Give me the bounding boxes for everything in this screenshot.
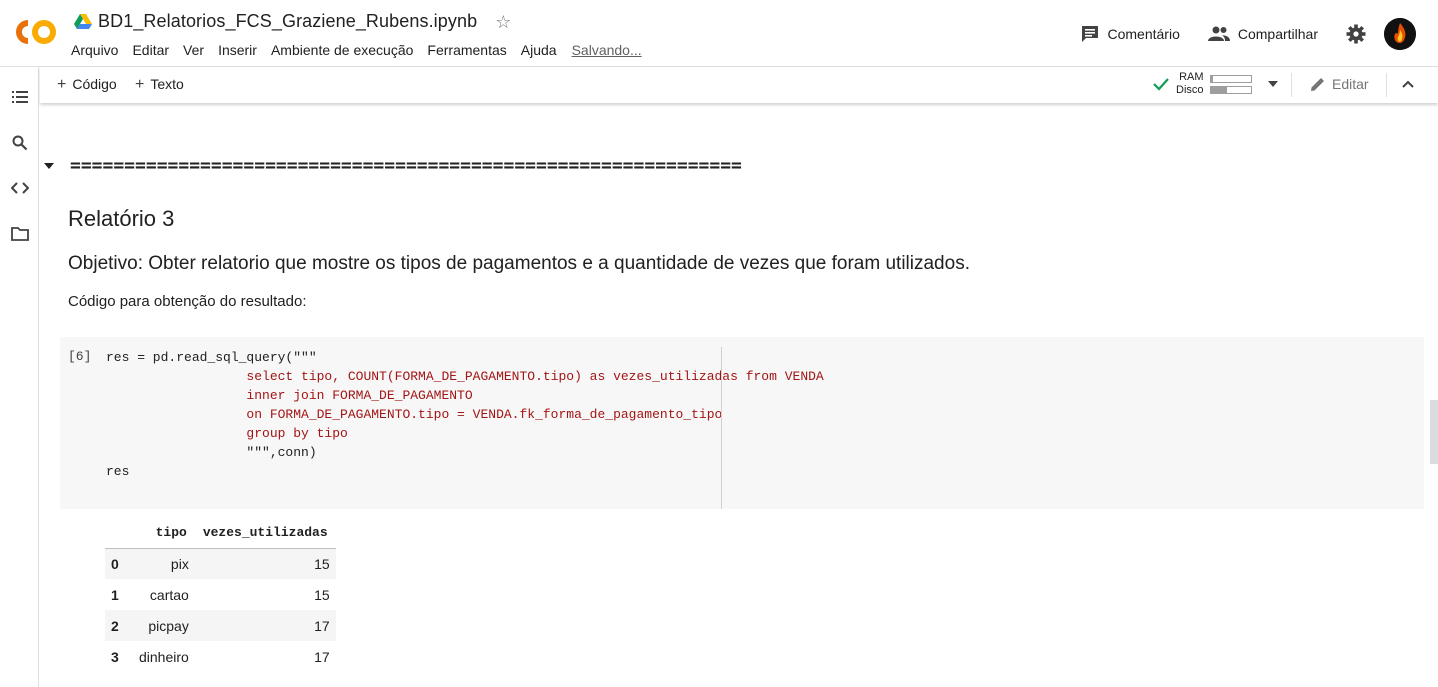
menu-ver[interactable]: Ver: [183, 42, 204, 58]
section-heading: Relatório 3: [68, 206, 175, 231]
menu-ajuda[interactable]: Ajuda: [521, 42, 557, 58]
row-index: 1: [111, 586, 119, 603]
google-drive-icon: [74, 13, 92, 29]
cell-tipo: pix: [133, 548, 195, 579]
table-row: 2 picpay 17: [105, 610, 336, 641]
dropdown-arrow-icon[interactable]: [1267, 81, 1278, 87]
menu-inserir[interactable]: Inserir: [218, 42, 257, 58]
menu-bar: Arquivo Editar Ver Inserir Ambiente de e…: [71, 42, 656, 58]
code-intro-text: Código para obtenção do resultado:: [68, 293, 307, 310]
notebook-toolbar: + Código + Texto RAM Disco Editar: [40, 67, 1438, 103]
people-icon: [1207, 26, 1230, 41]
cell-vezes: 15: [314, 586, 330, 603]
menu-editar[interactable]: Editar: [132, 42, 169, 58]
cell-tipo: dinheiro: [139, 648, 189, 665]
cell-vezes: 17: [194, 610, 336, 641]
column-header: tipo: [133, 517, 195, 549]
menu-ferramentas[interactable]: Ferramentas: [427, 42, 506, 58]
plus-icon: +: [57, 76, 67, 93]
edit-label: Editar: [1332, 76, 1369, 92]
toolbar-divider: [1291, 73, 1292, 97]
pencil-icon: [1311, 78, 1324, 91]
connected-check-icon: [1153, 78, 1169, 91]
code-line: res = pd.read_sql_query(""": [106, 350, 317, 365]
table-row: 1 cartao 15: [105, 579, 336, 610]
section-collapse-toggle[interactable]: [44, 163, 54, 169]
row-index: 0: [105, 548, 133, 579]
user-avatar[interactable]: [1384, 18, 1416, 50]
column-header: vezes_utilizadas: [194, 517, 336, 549]
add-text-label: Texto: [150, 76, 184, 92]
left-sidebar: [0, 67, 39, 687]
ram-bar-fill: [1210, 76, 1213, 82]
menu-ambiente[interactable]: Ambiente de execução: [271, 42, 413, 58]
save-status[interactable]: Salvando...: [572, 42, 642, 58]
comment-button[interactable]: Comentário: [1081, 25, 1180, 43]
row-index: 3: [111, 648, 119, 665]
add-text-button[interactable]: + Texto: [135, 76, 184, 94]
code-snippets-icon[interactable]: [11, 179, 29, 197]
cell-tipo: cartao: [149, 586, 189, 603]
objective-text: Objetivo: Obter relatorio que mostre os …: [68, 253, 970, 274]
plus-icon: +: [135, 76, 145, 93]
add-code-label: Código: [72, 76, 117, 92]
code-line: select tipo, COUNT(FORMA_DE_PAGAMENTO.ti…: [106, 369, 824, 384]
toolbar-divider: [1386, 73, 1387, 97]
disk-bar-fill: [1210, 87, 1227, 93]
comment-icon: [1082, 26, 1099, 42]
code-line: inner join FORMA_DE_PAGAMENTO: [106, 388, 473, 403]
chevron-up-icon[interactable]: [1402, 80, 1414, 88]
line-length-ruler: [721, 347, 722, 509]
ram-bar: [1209, 75, 1252, 83]
cell-tipo: picpay: [133, 610, 195, 641]
separator-line: ========================================…: [70, 155, 742, 176]
search-icon[interactable]: [11, 134, 29, 152]
row-index: 2: [105, 610, 133, 641]
execution-count: [6]: [68, 349, 92, 364]
disk-label: Disco: [1176, 84, 1204, 96]
ram-label: RAM: [1179, 71, 1204, 83]
avatar-image: [1384, 18, 1416, 50]
table-row: 0 pix 15: [105, 548, 336, 579]
table-row: 3 dinheiro 17: [105, 641, 336, 672]
code-editor[interactable]: res = pd.read_sql_query(""" select tipo,…: [106, 348, 824, 481]
table-of-contents-icon[interactable]: [11, 88, 29, 106]
code-line: res: [106, 464, 130, 479]
output-dataframe: tipo vezes_utilizadas 0 pix 15 1 cartao …: [105, 517, 336, 672]
cell-vezes: 17: [314, 648, 330, 665]
index-header: [105, 517, 133, 549]
edit-button[interactable]: Editar: [1310, 76, 1369, 92]
star-icon[interactable]: ☆: [495, 13, 511, 31]
cell-vezes: 15: [194, 548, 336, 579]
share-button[interactable]: Compartilhar: [1207, 26, 1318, 42]
comment-label: Comentário: [1107, 26, 1180, 42]
menu-arquivo[interactable]: Arquivo: [71, 42, 118, 58]
gear-icon[interactable]: [1346, 24, 1366, 44]
scrollbar-thumb[interactable]: [1430, 400, 1438, 464]
code-line: on FORMA_DE_PAGAMENTO.tipo = VENDA.fk_fo…: [106, 407, 723, 422]
resources-indicator[interactable]: RAM Disco: [1152, 71, 1278, 97]
disk-bar: [1209, 86, 1252, 94]
notebook-title[interactable]: BD1_Relatorios_FCS_Graziene_Rubens.ipynb: [98, 11, 477, 32]
app-header: BD1_Relatorios_FCS_Graziene_Rubens.ipynb…: [0, 0, 1438, 67]
colab-logo[interactable]: [14, 17, 58, 47]
share-label: Compartilhar: [1237, 26, 1318, 42]
code-line: """,conn): [106, 445, 317, 460]
code-line: group by tipo: [106, 426, 348, 441]
add-code-button[interactable]: + Código: [57, 76, 117, 94]
code-cell[interactable]: [6] res = pd.read_sql_query(""" select t…: [60, 337, 1424, 509]
folder-icon[interactable]: [11, 225, 29, 243]
